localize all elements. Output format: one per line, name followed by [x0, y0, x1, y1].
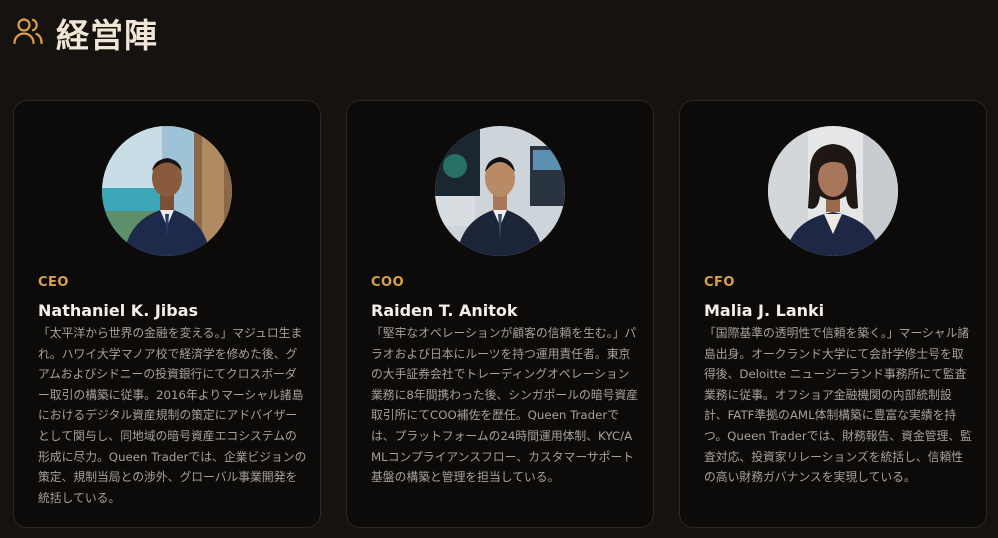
leadership-section: 経営陣 CEO Nathaniel K. Jibas 「太平洋から世界の金融を変… — [0, 0, 998, 538]
member-name: Malia J. Lanki — [704, 301, 825, 320]
section-title: 経営陣 — [56, 16, 158, 55]
member-bio: 「国際基準の透明性で信頼を築く。」マーシャル諸島出身。オークランド大学にて会計学… — [704, 326, 972, 485]
team-card-ceo: CEO Nathaniel K. Jibas 「太平洋から世界の金融を変える。」… — [13, 100, 321, 528]
avatar — [102, 126, 232, 256]
section-header: 経営陣 — [12, 10, 158, 56]
member-role: CEO — [38, 275, 69, 290]
member-bio: 「太平洋から世界の金融を変える。」マジュロ生まれ。ハワイ大学マノア校で経済学を修… — [38, 326, 307, 505]
team-card-cfo: CFO Malia J. Lanki 「国際基準の透明性で信頼を築く。」マーシャ… — [679, 100, 987, 528]
member-name: Nathaniel K. Jibas — [38, 301, 199, 320]
users-icon — [12, 15, 56, 51]
avatar — [768, 126, 898, 256]
avatar — [435, 126, 565, 256]
member-name: Raiden T. Anitok — [371, 301, 518, 320]
member-role: CFO — [704, 275, 735, 290]
member-role: COO — [371, 275, 405, 290]
member-bio: 「堅牢なオペレーションが顧客の信頼を生む。」パラオおよび日本にルーツを持つ運用責… — [371, 326, 639, 485]
team-card-coo: COO Raiden T. Anitok 「堅牢なオペレーションが顧客の信頼を生… — [346, 100, 654, 528]
